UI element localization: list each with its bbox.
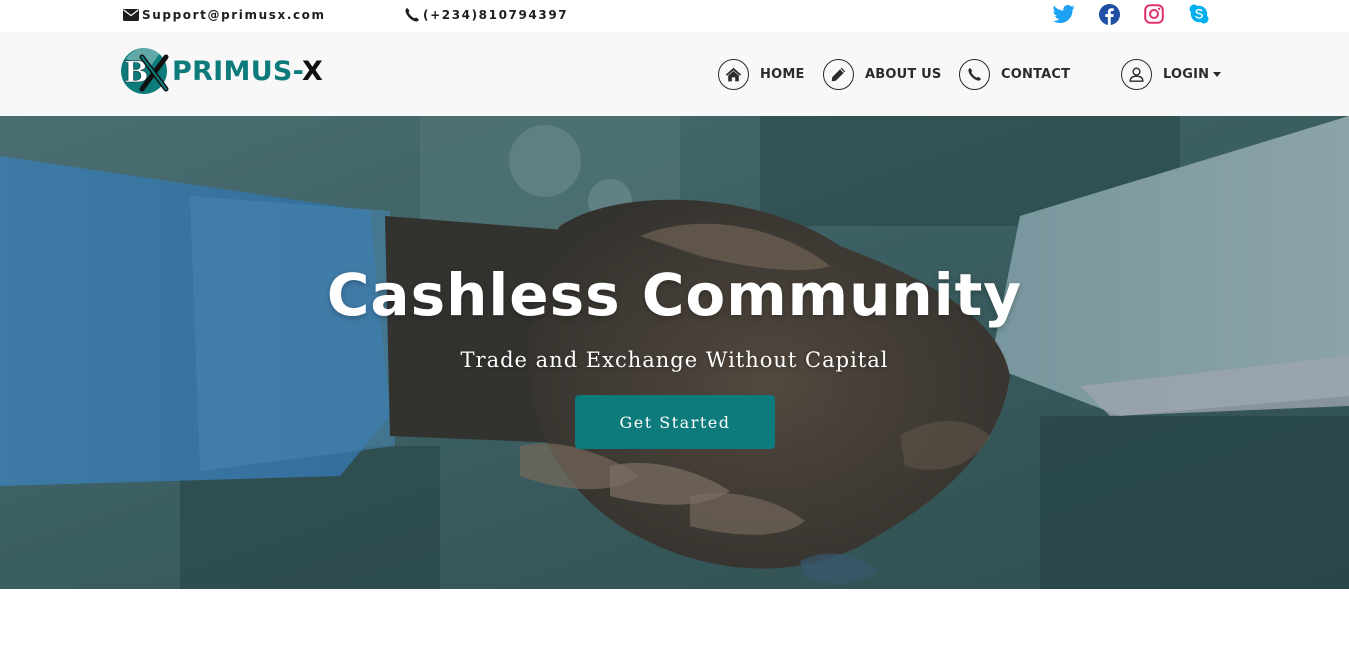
user-icon-circle bbox=[1121, 58, 1152, 90]
facebook-icon bbox=[1098, 3, 1120, 25]
skype-link[interactable] bbox=[1187, 3, 1211, 25]
phone-icon bbox=[968, 67, 982, 81]
phone-icon bbox=[405, 8, 419, 22]
support-phone[interactable]: (+234)810794397 bbox=[404, 6, 568, 24]
nav-home-label: HOME bbox=[760, 66, 805, 82]
home-icon-circle bbox=[718, 58, 749, 90]
facebook-link[interactable] bbox=[1097, 3, 1121, 25]
get-started-button[interactable]: Get Started bbox=[575, 395, 775, 449]
hero-title: Cashless Community bbox=[326, 261, 1023, 329]
chevron-down-icon bbox=[1213, 72, 1222, 77]
support-email-text: Support@primusx.com bbox=[142, 8, 326, 22]
nav-home[interactable]: HOME bbox=[718, 58, 805, 90]
nav-contact-label: CONTACT bbox=[1001, 66, 1071, 82]
brand-name-primary: PRIMUS- bbox=[172, 55, 302, 87]
support-email[interactable]: Support@primusx.com bbox=[123, 6, 326, 24]
envelope-icon bbox=[123, 9, 139, 21]
skype-icon bbox=[1189, 4, 1209, 24]
page-content-area bbox=[0, 589, 1349, 661]
main-navbar: B PRIMUS-X HOME ABOUT US CONTACT LOGIN bbox=[0, 32, 1349, 116]
home-icon bbox=[725, 67, 742, 81]
pencil-icon-circle bbox=[823, 58, 854, 90]
social-links bbox=[1052, 3, 1232, 25]
brand-name: PRIMUS-X bbox=[172, 56, 323, 87]
nav-contact[interactable]: CONTACT bbox=[959, 58, 1070, 90]
hero-subtitle: Trade and Exchange Without Capital bbox=[460, 348, 889, 372]
support-phone-text: (+234)810794397 bbox=[423, 8, 569, 22]
nav-login-dropdown[interactable]: LOGIN bbox=[1121, 58, 1222, 90]
nav-login-label: LOGIN bbox=[1163, 66, 1210, 82]
top-contact-bar: Support@primusx.com (+234)810794397 bbox=[0, 0, 1349, 32]
brand-logo[interactable]: B PRIMUS-X bbox=[120, 44, 323, 98]
twitter-link[interactable] bbox=[1052, 3, 1076, 25]
instagram-link[interactable] bbox=[1142, 3, 1166, 25]
pencil-icon bbox=[831, 67, 846, 81]
hero-banner: Cashless Community Trade and Exchange Wi… bbox=[0, 116, 1349, 589]
nav-about-us[interactable]: ABOUT US bbox=[823, 58, 942, 90]
user-icon bbox=[1129, 66, 1144, 82]
nav-about-label: ABOUT US bbox=[865, 66, 942, 82]
instagram-icon bbox=[1144, 4, 1164, 24]
phone-icon-circle bbox=[959, 58, 990, 90]
primus-x-logo-icon: B bbox=[121, 47, 169, 94]
brand-name-secondary: X bbox=[301, 55, 324, 87]
twitter-icon bbox=[1053, 5, 1075, 23]
